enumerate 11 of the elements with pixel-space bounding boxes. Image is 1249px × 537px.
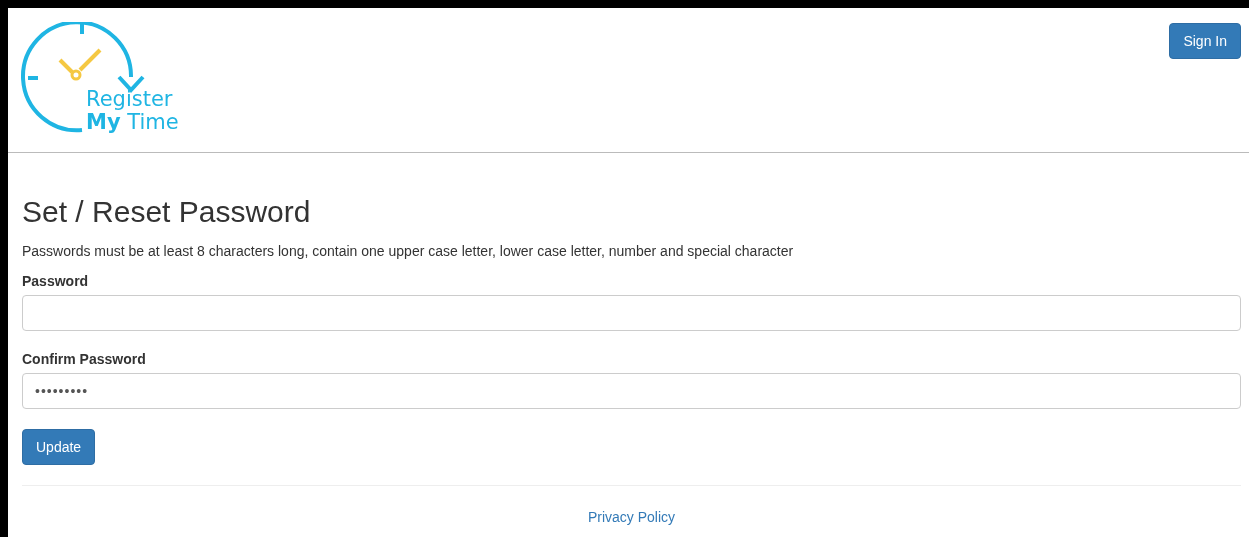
password-rules-text: Passwords must be at least 8 characters long, contain one upper case letter, lower case letter, number and special character <box>22 243 795 259</box>
page-title: Set / Reset Password <box>22 195 312 229</box>
field-label: Password <box>22 273 90 289</box>
privacy-policy-link[interactable]: Privacy Policy <box>587 509 676 525</box>
logo-text: My Time <box>86 111 179 134</box>
logo-text: Register <box>86 88 174 111</box>
password-field[interactable]: ••••••••• <box>22 373 1241 409</box>
update-button[interactable]: Update <box>22 429 96 465</box>
field-label: Confirm Password <box>22 351 147 367</box>
sign-in-button[interactable]: Sign In <box>1169 23 1241 59</box>
password-field[interactable] <box>22 295 1241 331</box>
